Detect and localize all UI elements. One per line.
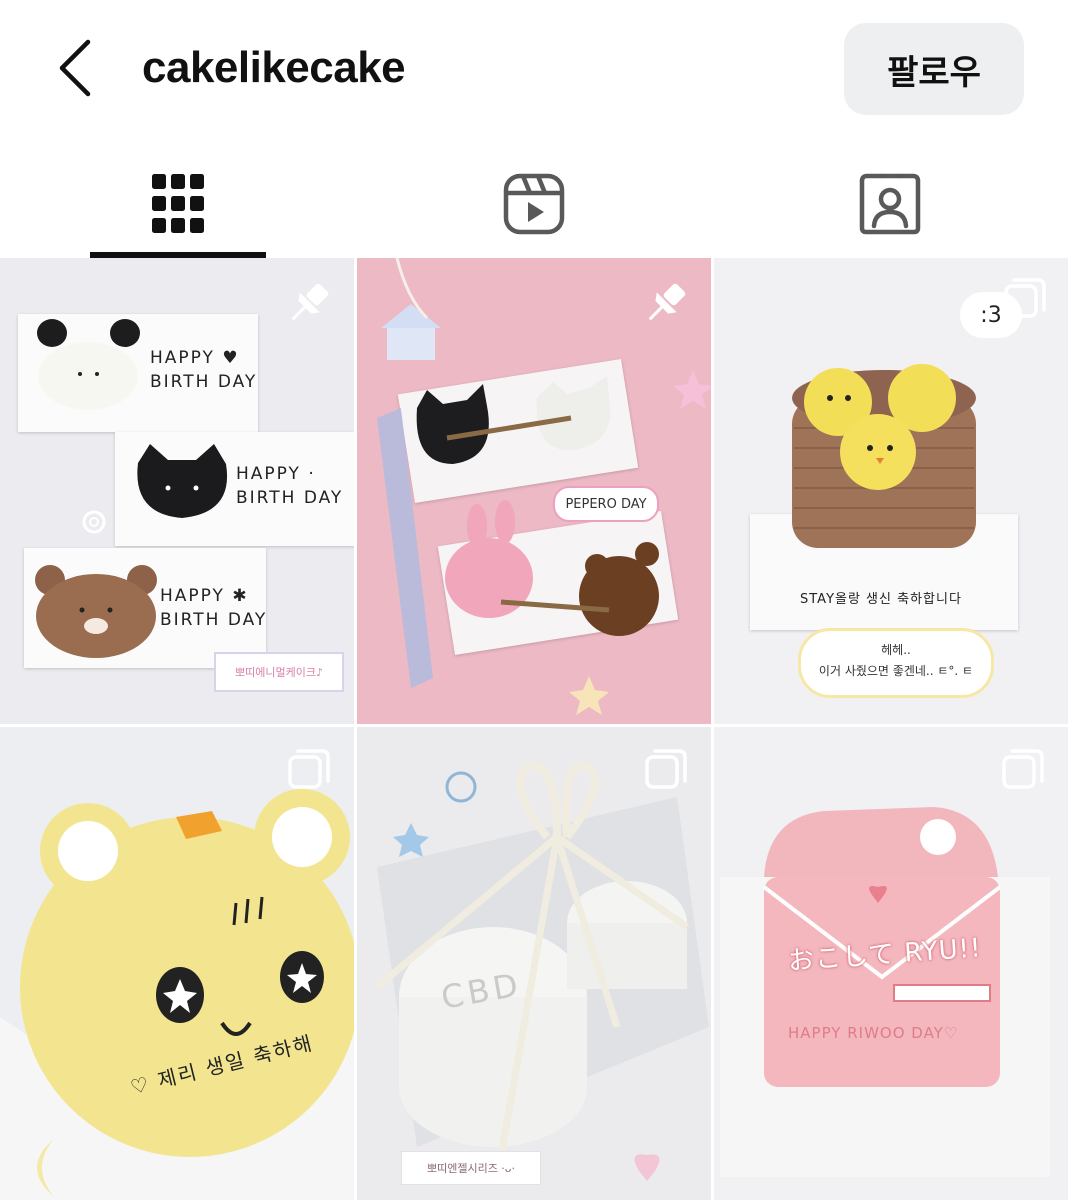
caption-line: 헤헤.. xyxy=(881,643,911,657)
username-title: cakelikecake xyxy=(142,43,406,92)
carousel-icon xyxy=(1002,749,1044,789)
post-thumbnail-3[interactable]: STAY올랑 생신 축하합니다 헤헤.. 이거 사줬으면 좋겐네.. ㅌ°. ㅌ… xyxy=(714,258,1068,724)
back-button[interactable] xyxy=(52,36,108,100)
carousel-icon xyxy=(645,749,687,789)
tab-reels[interactable] xyxy=(356,150,712,258)
card-text: HAPPY ♥ BIRTH DAY xyxy=(150,348,258,392)
post-thumbnail-2[interactable]: PEPERO DAY xyxy=(357,258,711,724)
shop-label: 뽀띠에니멀케이크♪ xyxy=(214,652,344,692)
pin-icon xyxy=(291,283,329,321)
post-thumbnail-5[interactable]: CBD 뽀띠엔젤시리즈 ·ᴗ· xyxy=(357,727,711,1200)
cake-illustration xyxy=(374,761,709,1181)
plate-text: STAY올랑 생신 축하합니다 xyxy=(800,592,962,607)
post-thumbnail-6[interactable]: おこして RYU!! HAPPY RIWOO DAY♡ xyxy=(714,727,1068,1200)
chevron-left-icon xyxy=(59,39,91,97)
reels-icon xyxy=(503,173,565,235)
carousel-icon xyxy=(1004,278,1046,318)
caption-bubble: PEPERO DAY xyxy=(553,486,659,522)
tab-tagged[interactable] xyxy=(712,150,1068,258)
follow-button[interactable]: 팔로우 xyxy=(844,23,1024,115)
post-thumbnail-4[interactable]: ♡ 제리 생일 축하해 xyxy=(0,727,354,1200)
pin-icon xyxy=(648,283,686,321)
post-thumbnail-1[interactable]: HAPPY ♥ BIRTH DAY HAPPY · BIRTH DAY HAPP… xyxy=(0,258,354,724)
carousel-icon xyxy=(288,749,330,789)
cake-text: CBD xyxy=(438,965,525,1017)
tagged-icon xyxy=(859,173,921,235)
tab-posts-grid[interactable] xyxy=(0,150,356,258)
caption-line: 이거 사줬으면 좋겐네.. ㅌ°. ㅌ xyxy=(818,664,974,678)
grid-icon xyxy=(152,174,204,233)
cake-illustration xyxy=(0,789,354,1200)
profile-header: cakelikecake 팔로우 xyxy=(0,0,1068,140)
caption-bubble: 헤헤.. 이거 사줬으면 좋겐네.. ㅌ°. ㅌ xyxy=(798,628,994,698)
shop-label: 뽀띠엔젤시리즈 ·ᴗ· xyxy=(401,1151,541,1185)
posts-grid: HAPPY ♥ BIRTH DAY HAPPY · BIRTH DAY HAPP… xyxy=(0,258,1068,1200)
card-text: HAPPY · BIRTH DAY xyxy=(236,464,344,508)
plate-text: HAPPY RIWOO DAY♡ xyxy=(788,1024,959,1042)
profile-tabs xyxy=(0,150,1068,258)
card-text: HAPPY ✱ BIRTH DAY xyxy=(160,586,268,630)
